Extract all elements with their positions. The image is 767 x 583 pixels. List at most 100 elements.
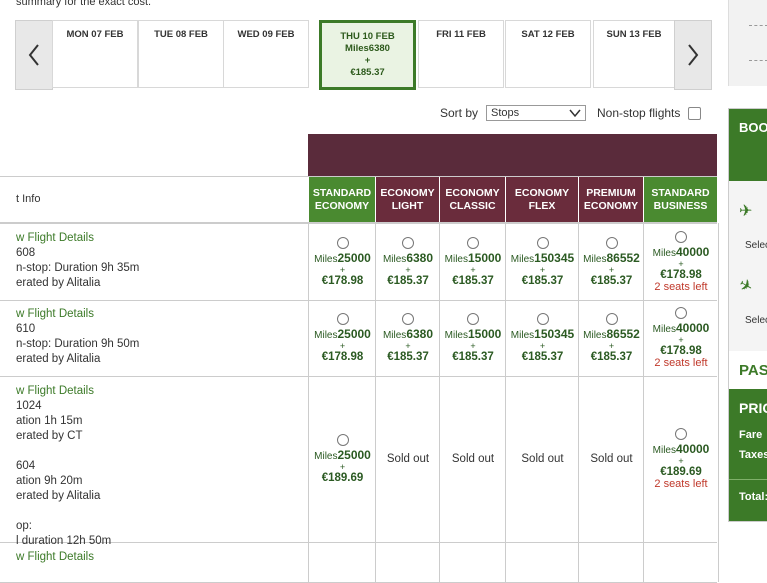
plus-sign: + <box>539 264 546 275</box>
fare-miles: Miles6380 <box>383 327 433 341</box>
fare-cell[interactable]: Miles25000 + €178.98 <box>308 299 376 376</box>
fare-miles: Miles25000 <box>314 327 371 341</box>
fare-cell <box>439 542 506 582</box>
booking-title: BOO <box>739 120 767 135</box>
fare-cell[interactable]: Miles150345 + €185.37 <box>505 223 579 300</box>
miles-value: 150345 <box>534 250 575 265</box>
fare-miles: Miles40000 <box>653 321 710 335</box>
flight-details-link[interactable]: w Flight Details <box>16 307 139 322</box>
sold-out-label: Sold out <box>451 453 495 465</box>
miles-value: 25000 <box>337 250 371 265</box>
miles-value: 15000 <box>467 250 502 265</box>
fare-cell[interactable]: Miles15000 + €185.37 <box>439 299 506 376</box>
miles-value: 86552 <box>606 326 640 341</box>
fare-miles: Miles150345 <box>511 327 574 341</box>
plus-sign: + <box>608 264 615 275</box>
miles-value: 6380 <box>406 250 434 265</box>
fare-cell: Sold out <box>578 376 644 542</box>
divider <box>749 25 767 26</box>
fare-radio[interactable] <box>336 312 349 325</box>
flight-info-line: erated by Alitalia <box>16 490 101 502</box>
sort-select[interactable]: Stops <box>486 105 587 121</box>
sort-label: Sort by <box>440 106 479 120</box>
flight-info-line: ation 9h 20m <box>16 475 83 487</box>
fare-label: Fare <box>739 429 763 441</box>
fare-miles: Miles86552 <box>583 251 640 265</box>
flight-info: w Flight Details <box>16 550 94 565</box>
flight-details-link[interactable]: w Flight Details <box>16 231 139 246</box>
fare-radio[interactable] <box>605 236 618 249</box>
fare-radio[interactable] <box>536 312 549 325</box>
price-title: PRIC <box>739 400 767 416</box>
flight-info-line: 610 <box>16 323 36 335</box>
fare-radio[interactable] <box>675 230 687 243</box>
date-fri-11[interactable]: FRI 11 FEB <box>418 20 504 88</box>
date-wed-09[interactable]: WED 09 FEB <box>223 20 309 88</box>
miles-value: 40000 <box>675 442 710 456</box>
flight-details-link[interactable]: w Flight Details <box>16 550 94 565</box>
chevron-down-icon <box>569 109 581 118</box>
fare-cell[interactable]: Miles150345 + €185.37 <box>505 299 579 376</box>
fare-radio[interactable] <box>536 236 549 249</box>
next-dates-button[interactable] <box>674 20 712 90</box>
date-sun-13[interactable]: SUN 13 FEB <box>593 20 675 88</box>
fare-price: €185.37 <box>452 350 494 363</box>
flight-info-line: 604 <box>16 460 36 472</box>
date-tue-08[interactable]: TUE 08 FEB <box>138 20 224 88</box>
miles-prefix: Miles <box>583 253 607 265</box>
fare-miles: Miles86552 <box>583 327 640 341</box>
flight-info-line: n-stop: Duration 9h 50m <box>16 338 140 350</box>
fare-cell[interactable]: Miles25000 + €178.98 <box>308 223 376 300</box>
miles-prefix: Miles <box>444 253 468 265</box>
fare-cell: Sold out <box>505 376 579 542</box>
fare-radio[interactable] <box>402 312 414 325</box>
fare-radio[interactable] <box>336 434 349 446</box>
fare-cell[interactable]: Miles40000 + €189.69 2 seats left <box>643 376 719 542</box>
plus-sign: + <box>678 258 684 269</box>
date-thu-10-selected[interactable]: THU 10 FEB Miles6380 + €185.37 <box>319 20 416 90</box>
miles-prefix: Miles <box>652 323 676 335</box>
chevron-left-icon <box>28 44 39 66</box>
fare-radio[interactable] <box>605 312 618 325</box>
fare-miles: Miles40000 <box>653 245 710 259</box>
date-miles: Miles6380 <box>345 43 390 54</box>
table-header-band <box>308 134 717 176</box>
fare-cell[interactable]: Miles40000 + €178.98 2 seats left <box>643 223 719 300</box>
date-sat-12[interactable]: SAT 12 FEB <box>505 20 591 88</box>
flight-details-link[interactable]: w Flight Details <box>16 384 111 399</box>
plus-sign: + <box>339 264 346 275</box>
fare-radio[interactable] <box>467 236 479 249</box>
fare-cell[interactable]: Miles15000 + €185.37 <box>439 223 506 300</box>
sold-out-label: Sold out <box>386 453 430 465</box>
plus-sign: + <box>678 456 684 466</box>
fare-cell[interactable]: Miles6380 + €185.37 <box>375 223 440 300</box>
divider <box>729 479 767 480</box>
flight-info-line <box>16 504 111 519</box>
nonstop-checkbox[interactable] <box>688 106 702 120</box>
fare-cell <box>308 542 376 582</box>
fare-cell[interactable]: Miles86552 + €185.37 <box>578 299 644 376</box>
fare-cell[interactable]: Miles6380 + €185.37 <box>375 299 440 376</box>
fare-radio[interactable] <box>467 312 479 325</box>
plus-sign: + <box>405 340 411 351</box>
fare-cell[interactable]: Miles86552 + €185.37 <box>578 223 644 300</box>
fare-cell[interactable]: Miles40000 + €178.98 2 seats left <box>643 299 719 376</box>
fare-price: €185.37 <box>452 274 494 287</box>
plus-sign: + <box>539 340 546 351</box>
prev-dates-button[interactable] <box>15 20 53 90</box>
col-premium-economy: PREMIUM ECONOMY <box>578 177 643 223</box>
date-mon-07[interactable]: MON 07 FEB <box>52 20 138 88</box>
column-header-row: t Info STANDARD ECONOMY ECONOMY LIGHT EC… <box>0 176 717 224</box>
fare-price: €178.98 <box>321 350 364 363</box>
fare-miles: Miles15000 <box>445 327 502 341</box>
table-row: w Flight Details <box>0 542 719 583</box>
plus-sign: + <box>608 340 615 351</box>
fare-radio[interactable] <box>336 236 349 249</box>
miles-value: 86552 <box>606 250 640 265</box>
fare-radio[interactable] <box>402 236 414 249</box>
fare-radio[interactable] <box>675 428 687 440</box>
fare-cell[interactable]: Miles25000 + €189.69 <box>308 376 376 542</box>
flight-info-line: erated by CT <box>16 430 83 442</box>
fare-radio[interactable] <box>675 306 687 319</box>
fare-miles: Miles15000 <box>445 251 502 265</box>
